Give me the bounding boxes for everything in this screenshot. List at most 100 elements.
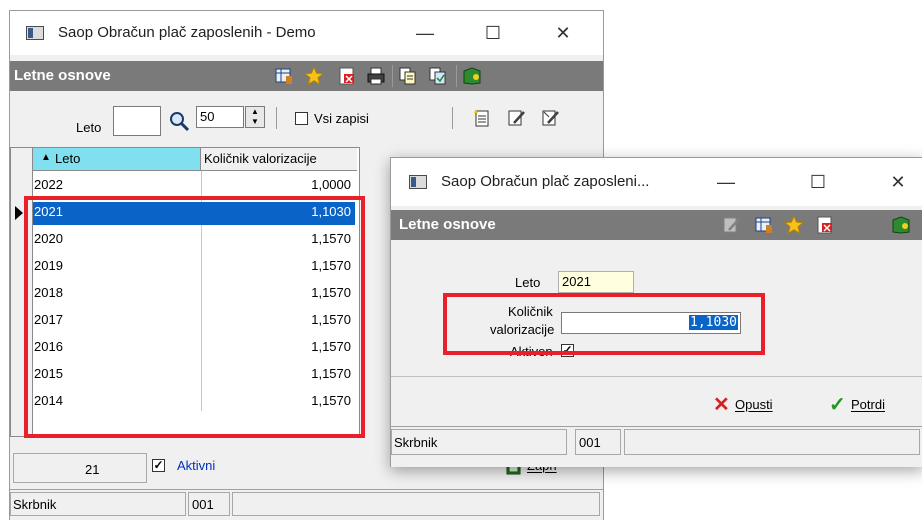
main-header-bar: Letne osnove xyxy=(10,61,603,91)
table-cell-kolicnik: 1,1030 xyxy=(311,204,351,219)
grid-header-leto-label: Leto xyxy=(55,151,81,166)
dialog-status-code-panel: 001 xyxy=(575,429,621,455)
toolbar-separator xyxy=(456,65,457,87)
grid-header-leto[interactable]: ▲ Leto xyxy=(33,148,201,171)
leto-filter-label: Leto xyxy=(76,120,102,135)
table-cell-kolicnik: 1,1570 xyxy=(311,258,351,273)
dialog-window: Saop Obračun plač zaposleni... — ☐ ✕ Let… xyxy=(390,157,922,467)
star-icon[interactable] xyxy=(304,66,324,86)
table-cell-kolicnik: 1,1570 xyxy=(311,339,351,354)
table-cell-kolicnik: 1,0000 xyxy=(311,177,351,192)
copy-icon[interactable] xyxy=(398,66,418,86)
cancel-icon: ✕ xyxy=(713,394,730,416)
status-code: 001 xyxy=(192,497,214,512)
aktiven-label: Aktiven xyxy=(510,344,553,359)
dialog-title: Saop Obračun plač zaposleni... xyxy=(441,173,650,190)
table-cell-leto: 2017 xyxy=(34,312,63,327)
status-code-panel: 001 xyxy=(188,492,230,516)
main-status-bar: Skrbnik 001 xyxy=(10,489,603,520)
filter-separator xyxy=(452,107,453,129)
opusti-button[interactable]: ✕ Opusti xyxy=(713,394,803,417)
grid-view-icon[interactable] xyxy=(274,66,294,86)
app-icon xyxy=(409,175,427,189)
leto-filter-input[interactable] xyxy=(113,106,161,136)
dialog-button-area: ✕ Opusti ✓ Potrdi xyxy=(391,376,922,427)
exit-icon[interactable] xyxy=(462,66,482,86)
table-row[interactable]: 2018 1,1570 xyxy=(33,283,355,306)
table-cell-leto: 2020 xyxy=(34,231,63,246)
edit-icon[interactable] xyxy=(721,215,741,235)
table-row[interactable]: 2016 1,1570 xyxy=(33,337,355,360)
grid-view-icon[interactable] xyxy=(754,215,774,235)
maximize-button[interactable]: ☐ xyxy=(478,23,508,43)
table-cell-kolicnik: 1,1570 xyxy=(311,231,351,246)
dialog-body: Leto 2021 Količnik valorizacije 1,1030 A… xyxy=(391,240,922,376)
grid-indicator-column xyxy=(11,148,33,436)
delete-icon[interactable] xyxy=(815,215,835,235)
leto-field[interactable]: 2021 xyxy=(558,271,634,293)
table-cell-leto: 2014 xyxy=(34,393,63,408)
record-count-input[interactable]: 50 xyxy=(196,106,244,128)
record-count-total: 21 xyxy=(85,462,100,477)
potrdi-label: Potrdi xyxy=(851,397,885,412)
aktivni-checkbox[interactable]: ✓ xyxy=(152,459,165,472)
dialog-status-bar: Skrbnik 001 xyxy=(391,426,922,467)
main-titlebar: Saop Obračun plač zaposlenih - Demo — ☐ … xyxy=(10,11,603,55)
status-user-panel: Skrbnik xyxy=(10,492,186,516)
toolbar-separator xyxy=(392,65,393,87)
dialog-header-title: Letne osnove xyxy=(399,216,496,233)
table-cell-leto: 2016 xyxy=(34,339,63,354)
exit-icon[interactable] xyxy=(891,215,911,235)
table-row[interactable]: 2019 1,1570 xyxy=(33,256,355,279)
grid-header-kolicnik[interactable]: Količnik valorizacije xyxy=(201,148,357,171)
copy-alt-icon[interactable] xyxy=(428,66,448,86)
table-cell-kolicnik: 1,1570 xyxy=(311,366,351,381)
opusti-label: Opusti xyxy=(735,397,773,412)
edit-icon[interactable] xyxy=(506,108,526,128)
vsi-zapisi-checkbox[interactable] xyxy=(295,112,308,125)
table-cell-kolicnik: 1,1570 xyxy=(311,312,351,327)
dialog-status-info-panel xyxy=(624,429,920,455)
minimize-button[interactable]: — xyxy=(410,23,440,43)
dialog-close-button[interactable]: ✕ xyxy=(883,172,913,192)
record-count-value: 50 xyxy=(200,109,215,124)
search-icon[interactable] xyxy=(168,110,190,132)
sort-ascending-icon: ▲ xyxy=(41,152,51,163)
print-icon[interactable] xyxy=(366,66,386,86)
dialog-status-user-panel: Skrbnik xyxy=(391,429,567,455)
main-header-title: Letne osnove xyxy=(14,67,111,84)
table-row-selected[interactable]: 2021 1,1030 xyxy=(33,202,355,225)
new-icon[interactable] xyxy=(472,108,492,128)
table-cell-leto: 2015 xyxy=(34,366,63,381)
kolicnik-label-line1: Količnik xyxy=(508,304,553,319)
table-row[interactable]: 2017 1,1570 xyxy=(33,310,355,333)
table-cell-kolicnik: 1,1570 xyxy=(311,285,351,300)
letne-osnove-grid: ▲ Leto Količnik valorizacije 2022 1,0000 … xyxy=(10,147,360,437)
potrdi-button[interactable]: ✓ Potrdi xyxy=(829,394,919,417)
table-cell-leto: 2019 xyxy=(34,258,63,273)
leto-label: Leto xyxy=(515,275,541,290)
aktivni-label: Aktivni xyxy=(177,458,216,473)
record-count-panel: 21 xyxy=(13,453,147,483)
dialog-minimize-button[interactable]: — xyxy=(711,172,741,192)
table-row[interactable]: 2020 1,1570 xyxy=(33,229,355,252)
record-count-spinner[interactable]: ▲ ▼ xyxy=(245,106,265,128)
table-row[interactable]: 2014 1,1570 xyxy=(33,391,355,414)
delete-icon[interactable] xyxy=(337,66,357,86)
table-row[interactable]: 2022 1,0000 xyxy=(33,175,355,198)
close-button[interactable]: ✕ xyxy=(548,23,578,43)
main-window-title: Saop Obračun plač zaposlenih - Demo xyxy=(58,24,316,41)
filter-separator xyxy=(276,107,277,129)
table-row[interactable]: 2015 1,1570 xyxy=(33,364,355,387)
kolicnik-valorizacije-field[interactable]: 1,1030 xyxy=(561,312,741,334)
dialog-titlebar: Saop Obračun plač zaposleni... — ☐ ✕ xyxy=(391,158,922,206)
status-info-panel xyxy=(232,492,600,516)
star-icon[interactable] xyxy=(784,215,804,235)
dialog-maximize-button[interactable]: ☐ xyxy=(803,172,833,192)
row-pointer-icon xyxy=(15,206,23,220)
dialog-header-bar: Letne osnove xyxy=(391,210,922,240)
table-cell-leto: 2021 xyxy=(34,204,63,219)
aktiven-checkbox[interactable]: ✓ xyxy=(561,344,574,357)
grid-header-kolicnik-label: Količnik valorizacije xyxy=(204,151,317,166)
edit-alt-icon[interactable] xyxy=(540,108,560,128)
